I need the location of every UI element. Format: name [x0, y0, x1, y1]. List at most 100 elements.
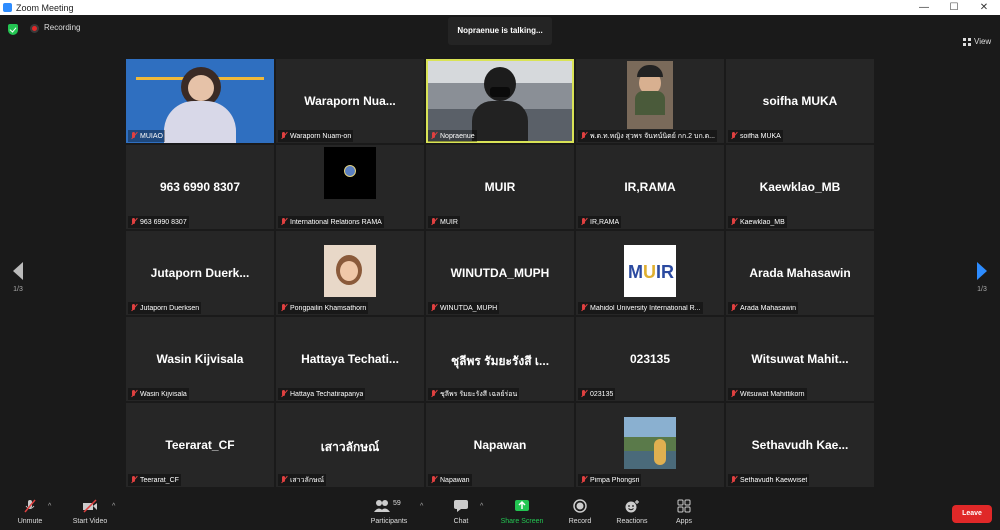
apps-grid-icon [676, 499, 692, 513]
participant-tile[interactable]: Hattaya Techati... Hattaya Techatirapanya [276, 317, 424, 401]
page-indicator-left: 1/3 [13, 286, 23, 293]
participant-tile[interactable]: 963 6990 8307 963 6990 8307 [126, 145, 274, 229]
participant-tile[interactable]: Waraporn Nua... Waraporn Nuam-on [276, 59, 424, 143]
meeting-toolbar: Unmute ^ Start Video ^ 59 Participants ^… [0, 495, 1000, 530]
participant-name-tag: WINUTDA_MUPH [428, 302, 500, 314]
participant-name-tag: Mahidol University International R... [578, 302, 703, 314]
participant-video [428, 61, 572, 141]
participant-tile[interactable]: MUIR MUIR [426, 145, 574, 229]
participant-name-tag: Teerarat_CF [128, 474, 181, 486]
muted-mic-icon [130, 218, 138, 226]
close-window-button[interactable]: ✕ [970, 0, 998, 15]
chevron-left-icon [13, 262, 23, 280]
participant-tile[interactable]: Arada Mahasawin Arada Mahasawin [726, 231, 874, 315]
recording-label: Recording [44, 23, 81, 32]
apps-button[interactable]: Apps [654, 499, 714, 525]
participant-tile[interactable]: Nopraenue [426, 59, 574, 143]
muted-mic-icon [730, 390, 738, 398]
participant-tile[interactable]: Pimpa Phongsri [576, 403, 724, 487]
participants-options-chevron-icon[interactable]: ^ [420, 503, 423, 510]
participant-name-tag: IR,RAMA [578, 216, 622, 228]
muted-mic-icon [280, 476, 288, 484]
apps-label: Apps [676, 518, 692, 525]
security-shield-icon[interactable] [8, 24, 18, 35]
participant-photo [627, 61, 673, 129]
view-button[interactable]: View [963, 37, 991, 46]
muted-mic-icon [280, 304, 288, 312]
participant-tile[interactable]: MUIAO [126, 59, 274, 143]
next-page-button[interactable]: 1/3 [972, 262, 992, 293]
participant-name-label: Witsuwat Mahittikorn [740, 390, 805, 398]
participant-name-label: Jutaporn Duerksen [140, 304, 200, 312]
participant-tile[interactable]: Jutaporn Duerk... Jutaporn Duerksen [126, 231, 274, 315]
start-video-label: Start Video [72, 518, 108, 525]
participant-name-label: Pimpa Phongsri [590, 476, 640, 484]
minimize-button[interactable]: — [910, 0, 938, 15]
reactions-button[interactable]: Reactions [602, 499, 662, 525]
muir-logo: MUIR [624, 245, 676, 297]
participant-display-name: Teerarat_CF [165, 438, 235, 452]
muted-mic-icon [280, 390, 288, 398]
previous-page-button[interactable]: 1/3 [8, 262, 28, 293]
start-video-button[interactable]: Start Video [60, 499, 120, 525]
muted-mic-icon [130, 476, 138, 484]
participant-tile[interactable]: Pongpailin Khamsathorn [276, 231, 424, 315]
participant-tile[interactable]: Sethavudh Kae... Sethavudh Kaewviset [726, 403, 874, 487]
participant-display-name: MUIR [484, 180, 516, 194]
muted-mic-icon [22, 499, 38, 513]
participant-tile[interactable]: พ.ต.ท.หญิง สุวพร จันทน์นิตย์ กก.2 บก.ต..… [576, 59, 724, 143]
muted-mic-icon [730, 476, 738, 484]
participant-name-tag: Pongpailin Khamsathorn [278, 302, 369, 314]
muted-mic-icon [580, 476, 588, 484]
participant-tile[interactable]: ชุลีพร รัมยะรังสี เ... ชุลีพร รัมยะรังสี … [426, 317, 574, 401]
participant-display-name: IR,RAMA [624, 180, 676, 194]
participant-name-label: IR,RAMA [590, 218, 620, 226]
participant-tile[interactable]: 023135 023135 [576, 317, 724, 401]
share-screen-button[interactable]: Share Screen [492, 499, 552, 525]
participant-name-tag: 023135 [578, 388, 616, 400]
participant-name-tag: International Relations RAMA [278, 216, 384, 228]
maximize-button[interactable]: ☐ [940, 0, 968, 15]
chat-options-chevron-icon[interactable]: ^ [480, 503, 483, 510]
muted-mic-icon [130, 304, 138, 312]
participant-name-tag: Sethavudh Kaewviset [728, 474, 810, 486]
participant-name-label: Mahidol University International R... [590, 304, 701, 312]
muted-mic-icon [580, 390, 588, 398]
participant-name-tag: soifha MUKA [728, 130, 783, 142]
participant-display-name: เสาวลักษณ์ [320, 440, 380, 454]
participant-name-label: MUIR [440, 218, 458, 226]
smiley-plus-icon [624, 499, 640, 513]
leave-button[interactable]: Leave [952, 505, 992, 523]
participant-name-tag: พ.ต.ท.หญิง สุวพร จันทน์นิตย์ กก.2 บก.ต..… [578, 130, 718, 142]
window-titlebar: Zoom Meeting — ☐ ✕ [0, 0, 1000, 15]
participant-tile[interactable]: Wasin Kijvisala Wasin Kijvisala [126, 317, 274, 401]
participants-label: Participants [370, 518, 408, 525]
reactions-label: Reactions [616, 518, 648, 525]
participant-display-name: Arada Mahasawin [749, 266, 851, 280]
video-options-chevron-icon[interactable]: ^ [112, 503, 115, 510]
view-label: View [974, 37, 992, 46]
participant-tile[interactable]: MUIR Mahidol University International R..… [576, 231, 724, 315]
participant-tile[interactable]: WINUTDA_MUPH WINUTDA_MUPH [426, 231, 574, 315]
chevron-right-icon [977, 262, 987, 280]
participant-display-name: Jutaporn Duerk... [150, 266, 250, 280]
participant-tile[interactable]: Teerarat_CF Teerarat_CF [126, 403, 274, 487]
gallery-grid: MUIAO Waraporn Nua... Waraporn Nuam-on Nopr… [126, 59, 874, 487]
participant-name-label: Pongpailin Khamsathorn [290, 304, 367, 312]
participant-tile[interactable]: International Relations RAMA [276, 145, 424, 229]
participants-button[interactable]: 59 Participants [359, 499, 419, 525]
participant-tile[interactable]: Napawan Napawan [426, 403, 574, 487]
audio-options-chevron-icon[interactable]: ^ [48, 503, 51, 510]
zoom-app-icon [3, 3, 12, 12]
participant-tile[interactable]: เสาวลักษณ์ เสาวลักษณ์ [276, 403, 424, 487]
record-button[interactable]: Record [550, 499, 610, 525]
record-label: Record [568, 518, 592, 525]
participant-tile[interactable]: soifha MUKA soifha MUKA [726, 59, 874, 143]
participant-tile[interactable]: Kaewklao_MB Kaewklao_MB [726, 145, 874, 229]
unmute-label: Unmute [17, 518, 43, 525]
participant-tile[interactable]: IR,RAMA IR,RAMA [576, 145, 724, 229]
chat-bubble-icon [453, 499, 469, 513]
participant-name-tag: MUIAO [128, 130, 165, 142]
institution-logo [324, 147, 376, 199]
participant-tile[interactable]: Witsuwat Mahit... Witsuwat Mahittikorn [726, 317, 874, 401]
